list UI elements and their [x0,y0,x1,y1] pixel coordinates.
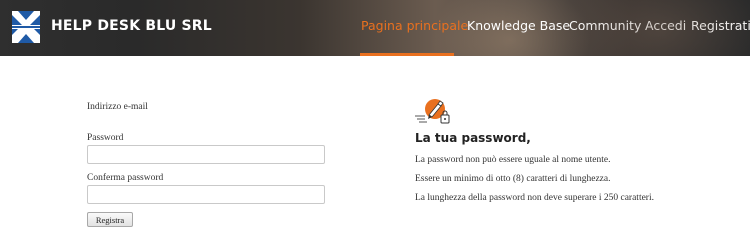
nav-community[interactable]: Community [569,18,641,33]
password-rule-item: La lunghezza della password non deve sup… [415,193,654,203]
email-label: Indirizzo e-mail [87,102,148,112]
active-tab-indicator [360,53,454,56]
nav-knowledge-base[interactable]: Knowledge Base [467,18,570,33]
password-rule-item: Essere un minimo di otto (8) caratteri d… [415,174,611,184]
nav-login[interactable]: Accedi [645,18,686,33]
brand-logo-icon[interactable] [12,11,40,43]
password-pen-lock-icon [415,99,450,124]
password-info-title: La tua password, [415,131,531,145]
brand-name[interactable]: HELP DESK BLU SRL [51,18,212,34]
register-button[interactable]: Registra [87,212,133,227]
nav-home[interactable]: Pagina principale [361,18,468,33]
password-field[interactable] [87,145,325,164]
password-label: Password [87,133,124,143]
nav-register[interactable]: Registrati [691,18,750,33]
confirm-password-label: Conferma password [87,173,164,183]
password-rule-item: La password non può essere uguale al nom… [415,155,611,165]
top-navigation-bar: HELP DESK BLU SRL Pagina principale Know… [0,0,750,56]
confirm-password-field[interactable] [87,185,325,204]
